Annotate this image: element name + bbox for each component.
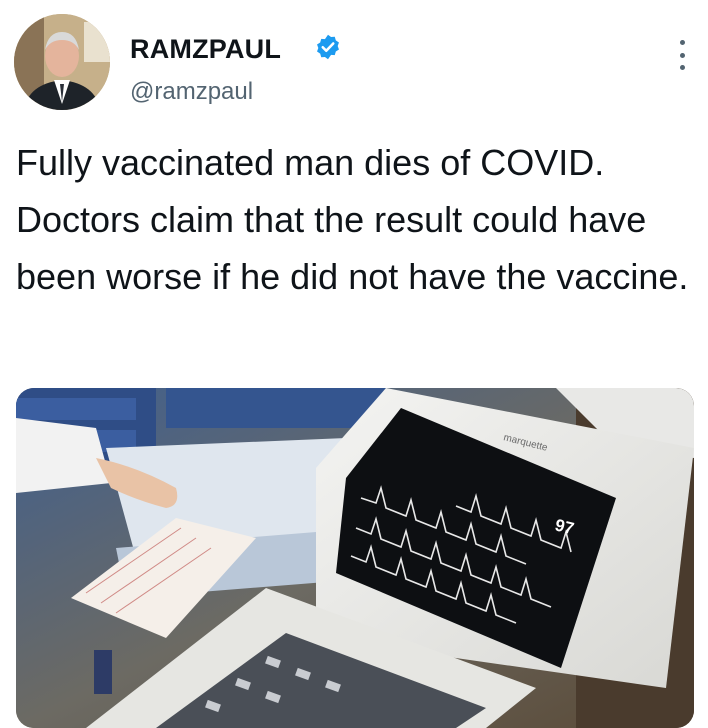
avatar[interactable] [14,14,110,110]
author-handle[interactable]: @ramzpaul [130,78,253,106]
more-dot [679,52,685,58]
more-options-icon[interactable] [678,40,686,70]
tweet-photo[interactable]: marquette 97 [16,388,694,728]
verified-badge-icon [317,34,339,60]
tweet-text: Fully vaccinated man dies of COVID. Doct… [16,142,689,297]
more-dot [679,65,685,70]
more-dot [679,40,685,45]
tweet-header: RAMZPAUL @ramzpaul [14,14,694,114]
author-display-name[interactable]: RAMZPAUL [130,34,281,65]
